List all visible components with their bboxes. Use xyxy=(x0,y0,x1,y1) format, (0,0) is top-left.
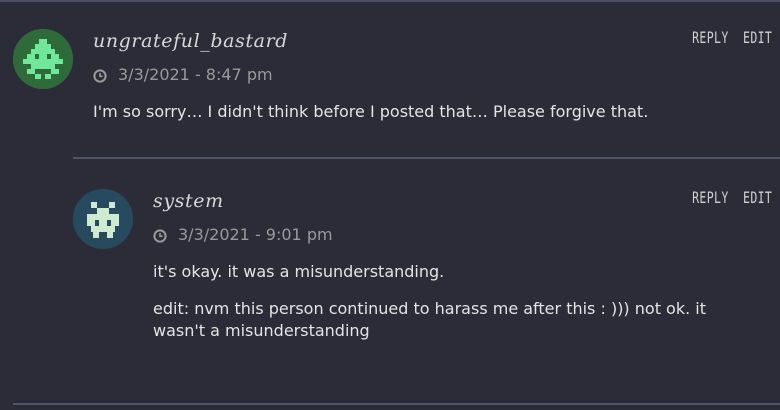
comment-body: it's okay. it was a misunderstanding. ed… xyxy=(153,261,753,357)
reply-button[interactable]: REPLY xyxy=(692,28,728,47)
comment-timestamp: 3/3/2021 - 9:01 pm xyxy=(153,225,333,244)
comment-timestamp: 3/3/2021 - 8:47 pm xyxy=(93,65,273,84)
space-invader-icon xyxy=(73,189,133,249)
comment-body: I'm so sorry… I didn't think before I po… xyxy=(93,101,763,138)
comment-divider xyxy=(13,403,780,405)
comment-body-text: I'm so sorry… I didn't think before I po… xyxy=(93,102,649,121)
space-invader-icon xyxy=(13,29,73,89)
reply-button[interactable]: REPLY xyxy=(692,188,728,207)
timestamp-text: 3/3/2021 - 9:01 pm xyxy=(178,225,333,244)
clock-icon xyxy=(93,68,107,83)
edit-button[interactable]: EDIT xyxy=(743,28,772,47)
edit-button[interactable]: EDIT xyxy=(743,188,772,207)
comment-username[interactable]: ungrateful_bastard xyxy=(93,30,288,52)
clock-icon xyxy=(153,228,167,243)
comment-body-text: it's okay. it was a misunderstanding. xyxy=(153,262,445,281)
top-divider xyxy=(0,0,780,2)
comment-username[interactable]: system xyxy=(153,190,224,212)
avatar[interactable] xyxy=(73,189,133,249)
comment-actions: REPLY EDIT xyxy=(692,28,772,47)
comment-edit-note: edit: nvm this person continued to haras… xyxy=(153,299,706,340)
timestamp-text: 3/3/2021 - 8:47 pm xyxy=(118,65,273,84)
comment-divider xyxy=(73,157,780,159)
comment-actions: REPLY EDIT xyxy=(692,188,772,207)
avatar[interactable] xyxy=(13,29,73,89)
